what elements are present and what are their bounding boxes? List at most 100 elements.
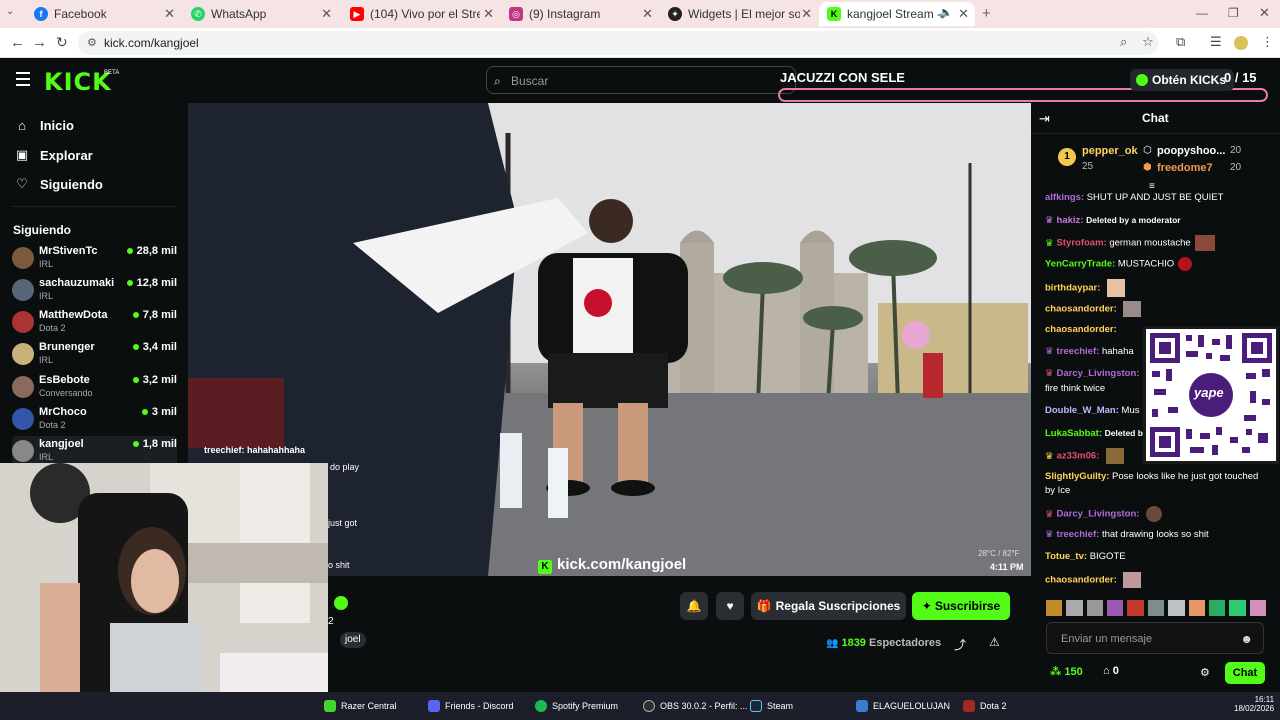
viewer-text: 3,4 mil (142, 341, 177, 353)
menu-icon[interactable] (16, 72, 30, 90)
share-icon[interactable]: ⤴ (954, 636, 966, 653)
maximize-button[interactable]: ❐ (1228, 6, 1239, 20)
tab-label: (104) Vivo por el Streaming - Yo (370, 7, 480, 21)
channel-points[interactable]: ⁂ 150 (1050, 665, 1083, 678)
taskbar-item-obs[interactable]: OBS 30.0.2 - Perfil: ... (643, 700, 748, 712)
emote-icon[interactable] (1147, 600, 1165, 616)
reload-icon[interactable]: ↻ (56, 34, 68, 51)
tab-widgets[interactable]: ✦ Widgets | El mejor software para ✕ (660, 2, 818, 26)
tab-search-icon[interactable]: ⌄ (6, 6, 14, 17)
taskbar-item-steam[interactable]: Steam (750, 700, 793, 712)
nav-following[interactable]: ♡ Siguiendo (14, 176, 103, 192)
kick-logo[interactable]: KICK (44, 68, 112, 96)
emote-icon[interactable] (1168, 600, 1185, 616)
new-tab-button[interactable]: + (982, 5, 991, 22)
bookmark-star-icon[interactable]: ☆ (1142, 34, 1154, 50)
taskbar-item-elaguelolujan[interactable]: ELAGUELOLUJAN (856, 700, 950, 712)
followed-channel-matthewdota[interactable]: MatthewDota Dota 2 7,8 mil (12, 307, 177, 337)
emote-icon[interactable] (1188, 600, 1205, 616)
channel-tag[interactable]: joel (340, 632, 366, 648)
site-info-icon[interactable]: ⚙ (87, 31, 97, 55)
channel-category: Conversando (39, 388, 93, 398)
emote-icon[interactable] (1249, 600, 1266, 616)
nav-explore[interactable]: ▣ Explorar (14, 147, 93, 163)
follow-heart-button[interactable]: ♥ (716, 592, 744, 620)
followed-channel-mrchoco[interactable]: MrChoco Dota 2 3 mil (12, 404, 177, 434)
notification-bell-button[interactable]: 🔔 (680, 592, 708, 620)
collapse-chat-icon[interactable]: ⇥ (1039, 111, 1050, 127)
speaker-icon[interactable]: 🔈 (939, 6, 953, 19)
search-placeholder: Buscar (511, 74, 549, 88)
taskbar-item-spotify[interactable]: Spotify Premium (535, 700, 618, 712)
close-icon[interactable]: ✕ (321, 6, 332, 22)
followed-channel-kangjoel[interactable]: kangjoel IRL 1,8 mil (12, 436, 177, 466)
viewer-text: 7,8 mil (142, 309, 177, 321)
subscribe-button[interactable]: ✦ Suscribirse (912, 592, 1010, 620)
followed-channel-esbebote[interactable]: EsBebote Conversando 3,2 mil (12, 372, 177, 402)
emote-icon[interactable] (1086, 600, 1104, 616)
overlay-counter: 0 / 15 (1224, 70, 1257, 85)
viewer-text: 3,2 mil (142, 374, 177, 386)
badge-icon: ♛ (1045, 508, 1054, 520)
tab-whatsapp[interactable]: ✆ WhatsApp ✕ (183, 2, 338, 26)
browser-menu-icon[interactable]: ⋮ (1261, 34, 1274, 50)
close-icon[interactable]: ✕ (642, 6, 653, 22)
badge-icon: ♛ (1045, 450, 1054, 462)
followed-channel-brunenger[interactable]: Brunenger IRL 3,4 mil (12, 339, 177, 369)
gift-subs-button[interactable]: 🎁 Regala Suscripciones (751, 592, 906, 620)
url-field[interactable]: ⚙ kick.com/kangjoel (78, 31, 1158, 55)
emote-icon[interactable] (1107, 600, 1124, 616)
window-close-button[interactable]: ✕ (1259, 5, 1270, 21)
chat-message-input[interactable]: Enviar un mensaje ☻ (1046, 622, 1264, 654)
avatar (12, 279, 34, 301)
emote-icon[interactable] (1127, 600, 1144, 616)
taskbar-item-discord[interactable]: Friends - Discord (428, 700, 514, 712)
followed-channel-sachauzumaki[interactable]: sachauzumaki IRL 12,8 mil (12, 275, 177, 305)
leader-name[interactable]: pepper_ok (1082, 145, 1138, 157)
zoom-icon[interactable]: ⌕ (1120, 34, 1127, 50)
tab-label: Widgets | El mejor software para (688, 7, 800, 21)
emote-icon[interactable] (1066, 600, 1083, 616)
tab-label: (9) Instagram (529, 7, 601, 21)
tab-instagram[interactable]: ◎ (9) Instagram ✕ (501, 2, 659, 26)
chat-send-button[interactable]: Chat (1225, 662, 1265, 684)
emote-icon[interactable] (1229, 600, 1246, 616)
profile-avatar[interactable] (1234, 36, 1248, 50)
viewer-text: 3 mil (151, 406, 177, 418)
leader-name[interactable]: poopyshoo... (1157, 145, 1225, 157)
extensions-icon[interactable]: ⧉ (1176, 34, 1185, 50)
emote-icon (1146, 506, 1163, 522)
live-dot-icon (141, 409, 148, 416)
leader-name[interactable]: freedome7 (1157, 162, 1213, 174)
close-icon[interactable]: ✕ (801, 6, 812, 22)
forward-icon[interactable]: → (32, 34, 47, 51)
avatar (12, 311, 34, 333)
emote-icon[interactable] (1208, 600, 1226, 616)
back-icon[interactable]: ← (10, 34, 25, 51)
taskbar-item-dota2[interactable]: Dota 2 (963, 700, 1007, 712)
minimize-button[interactable]: — (1196, 6, 1208, 20)
tab-facebook[interactable]: f Facebook ✕ (26, 2, 181, 26)
emoji-picker-icon[interactable]: ☻ (1240, 623, 1253, 655)
tab-youtube[interactable]: ▶ (104) Vivo por el Streaming - Yo ✕ (342, 2, 500, 26)
emote-icon[interactable] (1046, 600, 1063, 616)
nav-home[interactable]: ⌂ Inicio (14, 118, 74, 133)
close-icon[interactable]: ✕ (958, 6, 969, 22)
kicks-coin-icon (1136, 74, 1148, 86)
close-icon[interactable]: ✕ (483, 6, 494, 22)
report-warning-icon[interactable]: ⚠ (989, 635, 1000, 649)
get-kicks-button[interactable]: Obtén KICKs (1130, 69, 1235, 91)
followed-channel-mrstiventc[interactable]: MrStivenTc IRL 28,8 mil (12, 243, 177, 273)
dota2-icon (963, 700, 975, 712)
reading-list-icon[interactable]: ☰ (1210, 34, 1222, 50)
gift-count[interactable]: ⌂ 0 (1103, 665, 1119, 677)
task-label: Steam (767, 701, 794, 711)
tab-kick-active[interactable]: K kangjoel Stream - Watch Li 🔈 ✕ (819, 2, 975, 26)
webcam-overlay (0, 463, 328, 720)
taskbar-clock[interactable]: 16:11 18/02/2026 (1234, 695, 1274, 713)
chat-settings-gear-icon[interactable]: ⚙ (1200, 666, 1210, 679)
search-input[interactable]: ⌕ Buscar (486, 66, 796, 94)
close-icon[interactable]: ✕ (164, 6, 175, 22)
taskbar-item-razer[interactable]: Razer Central (324, 700, 397, 712)
video-watermark: Kkick.com/kangjoel (538, 556, 686, 574)
